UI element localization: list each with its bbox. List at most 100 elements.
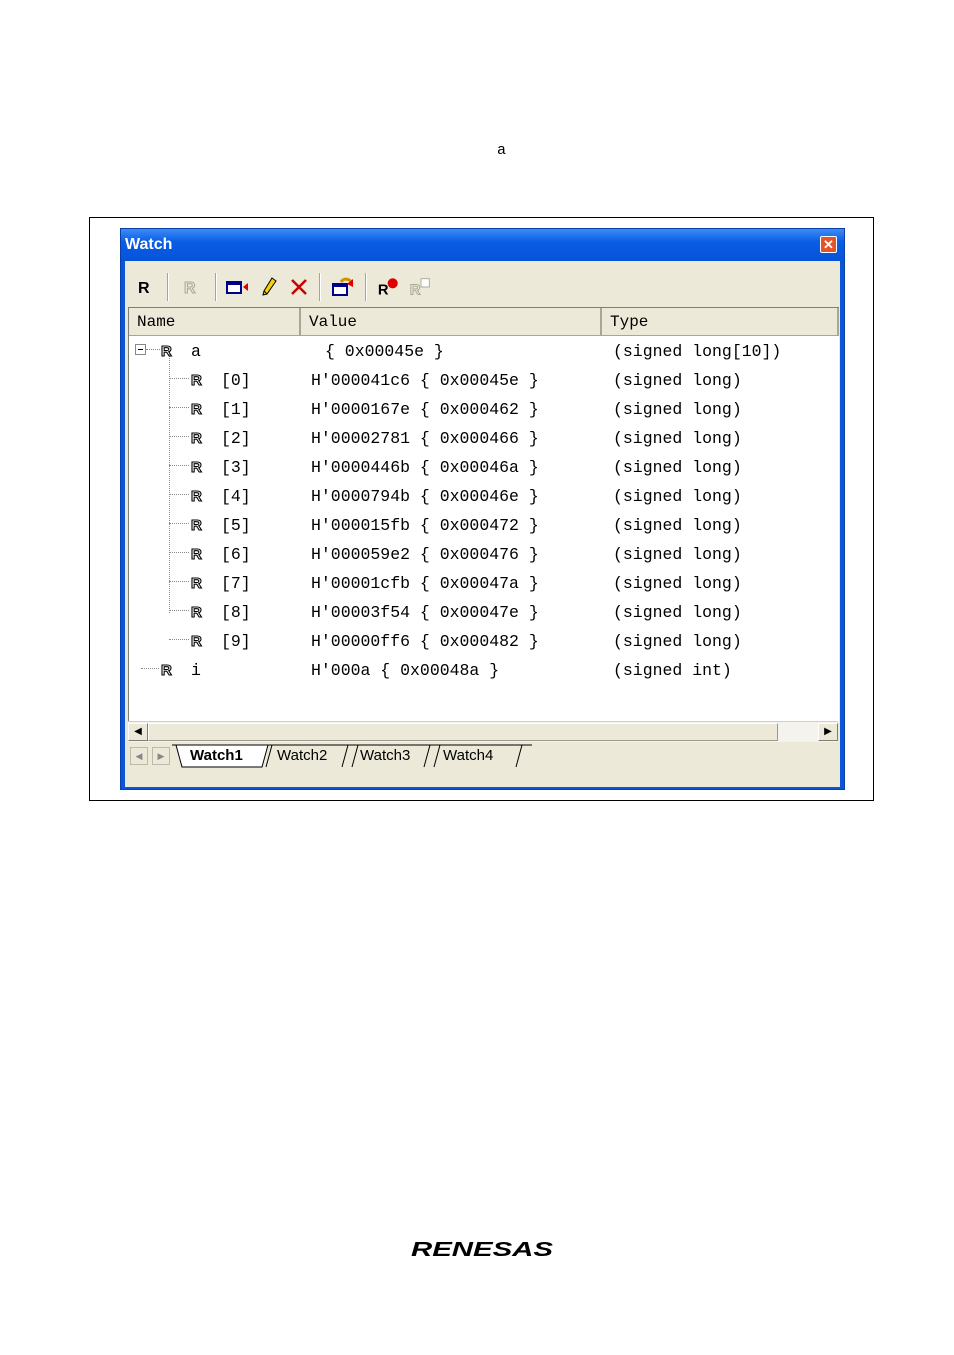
register-icon: R xyxy=(160,342,175,360)
window-title: Watch xyxy=(125,236,173,253)
row-value[interactable]: H'0000167e { 0x000462 } xyxy=(311,400,539,419)
row-type: (signed long[10]) xyxy=(613,342,782,361)
delete-icon[interactable] xyxy=(287,275,311,299)
column-header-name[interactable]: Name xyxy=(129,308,301,336)
register-icon: R xyxy=(190,400,205,418)
column-header-value[interactable]: Value xyxy=(301,308,602,336)
refresh-icon[interactable] xyxy=(331,275,355,299)
row-type: (signed long) xyxy=(613,458,742,477)
watch-window: Watch ✕ R R R R Name Value Type R a {0x… xyxy=(120,228,845,790)
svg-text:R: R xyxy=(138,280,150,296)
row-name: a xyxy=(191,342,201,361)
horizontal-scrollbar[interactable]: ◀ ▶ xyxy=(128,721,838,742)
scroll-left-button[interactable]: ◀ xyxy=(128,723,148,741)
register-icon: R xyxy=(190,458,205,476)
watch-tab-bar: ◀ ▶ Watch1 Watch2 Watch3 Watch4 xyxy=(128,743,838,769)
row-type: (signed long) xyxy=(613,429,742,448)
edit-pencil-icon[interactable] xyxy=(257,275,281,299)
row-value[interactable]: H'000a { 0x00048a } xyxy=(311,661,499,680)
row-type: (signed long) xyxy=(613,487,742,506)
tab-watch3[interactable]: Watch3 xyxy=(360,745,410,767)
row-name: [8] xyxy=(221,603,251,622)
table-row[interactable]: R [8] H'00003f54 { 0x00047e } (signed long) xyxy=(129,598,839,627)
row-name: [0] xyxy=(221,371,251,390)
watch-grid: Name Value Type Ra { 0x00045e } (signed lo… xyxy=(128,307,839,722)
collapse-toggle-icon[interactable] xyxy=(135,344,146,355)
svg-text:R: R xyxy=(191,546,202,561)
row-name: [1] xyxy=(221,400,251,419)
row-name: [5] xyxy=(221,516,251,535)
scroll-thumb[interactable] xyxy=(148,723,778,741)
row-value[interactable]: H'00003f54 { 0x00047e } xyxy=(311,603,539,622)
table-row[interactable]: R [4] H'0000794b { 0x00046e } (signed long) xyxy=(129,482,839,511)
tab-watch4[interactable]: Watch4 xyxy=(443,745,493,767)
logo-text: RENESAS xyxy=(411,1239,554,1261)
row-name: [3] xyxy=(221,458,251,477)
scroll-right-button[interactable]: ▶ xyxy=(818,723,838,741)
close-button[interactable]: ✕ xyxy=(820,236,837,253)
column-header-type[interactable]: Type xyxy=(602,308,839,336)
register-breakpoint-icon[interactable]: R xyxy=(377,275,401,299)
register-copy-disabled-icon[interactable]: R xyxy=(409,275,433,299)
title-bar[interactable]: Watch ✕ xyxy=(121,229,844,261)
row-value[interactable]: H'000015fb { 0x000472 } xyxy=(311,516,539,535)
row-name: [7] xyxy=(221,574,251,593)
tab-scroll-right-icon[interactable]: ▶ xyxy=(152,747,170,765)
row-value[interactable]: { 0x00045e } xyxy=(325,342,444,361)
row-name: i xyxy=(191,661,201,680)
renesas-logo: RENESAS xyxy=(411,1236,556,1267)
tab-scroll-left-icon[interactable]: ◀ xyxy=(130,747,148,765)
caption-text: a xyxy=(497,142,507,159)
register-icon: R xyxy=(190,487,205,505)
svg-text:R: R xyxy=(191,401,202,416)
row-type: (signed long) xyxy=(613,574,742,593)
row-name: [4] xyxy=(221,487,251,506)
table-row[interactable]: Ra { 0x00045e } (signed long[10]) xyxy=(129,337,839,366)
svg-text:R: R xyxy=(184,280,196,296)
table-row[interactable]: R [3] H'0000446b { 0x00046a } (signed long) xyxy=(129,453,839,482)
register-icon[interactable]: R xyxy=(133,275,157,299)
row-value[interactable]: H'00002781 { 0x000466 } xyxy=(311,429,539,448)
register-icon: R xyxy=(190,516,205,534)
row-value[interactable]: H'0000794b { 0x00046e } xyxy=(311,487,539,506)
svg-text:R: R xyxy=(161,662,172,677)
register-icon: R xyxy=(160,661,175,679)
table-row[interactable]: Ri H'000a { 0x00048a } (signed int) xyxy=(129,656,839,685)
row-type: (signed long) xyxy=(613,545,742,564)
window-client: R R R R Name Value Type R a {0x00045e}… xyxy=(125,261,840,787)
svg-text:R: R xyxy=(410,282,421,298)
table-row[interactable]: R [6] H'000059e2 { 0x000476 } (signed long) xyxy=(129,540,839,569)
svg-text:R: R xyxy=(191,488,202,503)
register-icon: R xyxy=(190,429,205,447)
row-type: (signed long) xyxy=(613,371,742,390)
register-icon: R xyxy=(190,371,205,389)
svg-text:R: R xyxy=(191,575,202,590)
row-value[interactable]: H'000041c6 { 0x00045e } xyxy=(311,371,539,390)
tab-watch1[interactable]: Watch1 xyxy=(190,745,243,767)
table-row[interactable]: R [7] H'00001cfb { 0x00047a } (signed long) xyxy=(129,569,839,598)
table-row[interactable]: R [0] H'000041c6 { 0x00045e } (signed long) xyxy=(129,366,839,395)
row-value[interactable]: H'00001cfb { 0x00047a } xyxy=(311,574,539,593)
row-value[interactable]: H'000059e2 { 0x000476 } xyxy=(311,545,539,564)
row-value[interactable]: H'00000ff6 { 0x000482 } xyxy=(311,632,539,651)
tab-watch2[interactable]: Watch2 xyxy=(277,745,327,767)
row-type: (signed long) xyxy=(613,603,742,622)
row-type: (signed long) xyxy=(613,516,742,535)
svg-text:R: R xyxy=(191,372,202,387)
row-name: [2] xyxy=(221,429,251,448)
svg-text:R: R xyxy=(191,633,202,648)
row-value[interactable]: H'0000446b { 0x00046a } xyxy=(311,458,539,477)
row-type: (signed long) xyxy=(613,400,742,419)
svg-text:R: R xyxy=(378,282,389,298)
register-icon: R xyxy=(190,545,205,563)
register-disabled-icon[interactable]: R xyxy=(179,275,203,299)
row-name: [9] xyxy=(221,632,251,651)
svg-text:R: R xyxy=(191,604,202,619)
svg-text:R: R xyxy=(161,343,172,358)
table-row[interactable]: R [5] H'000015fb { 0x000472 } (signed long) xyxy=(129,511,839,540)
table-row[interactable]: R [1] H'0000167e { 0x000462 } (signed long) xyxy=(129,395,839,424)
svg-text:R: R xyxy=(191,430,202,445)
table-row[interactable]: R [2] H'00002781 { 0x000466 } (signed long) xyxy=(129,424,839,453)
table-row[interactable]: R [9] H'00000ff6 { 0x000482 } (signed long) xyxy=(129,627,839,656)
add-watch-icon[interactable] xyxy=(225,275,249,299)
